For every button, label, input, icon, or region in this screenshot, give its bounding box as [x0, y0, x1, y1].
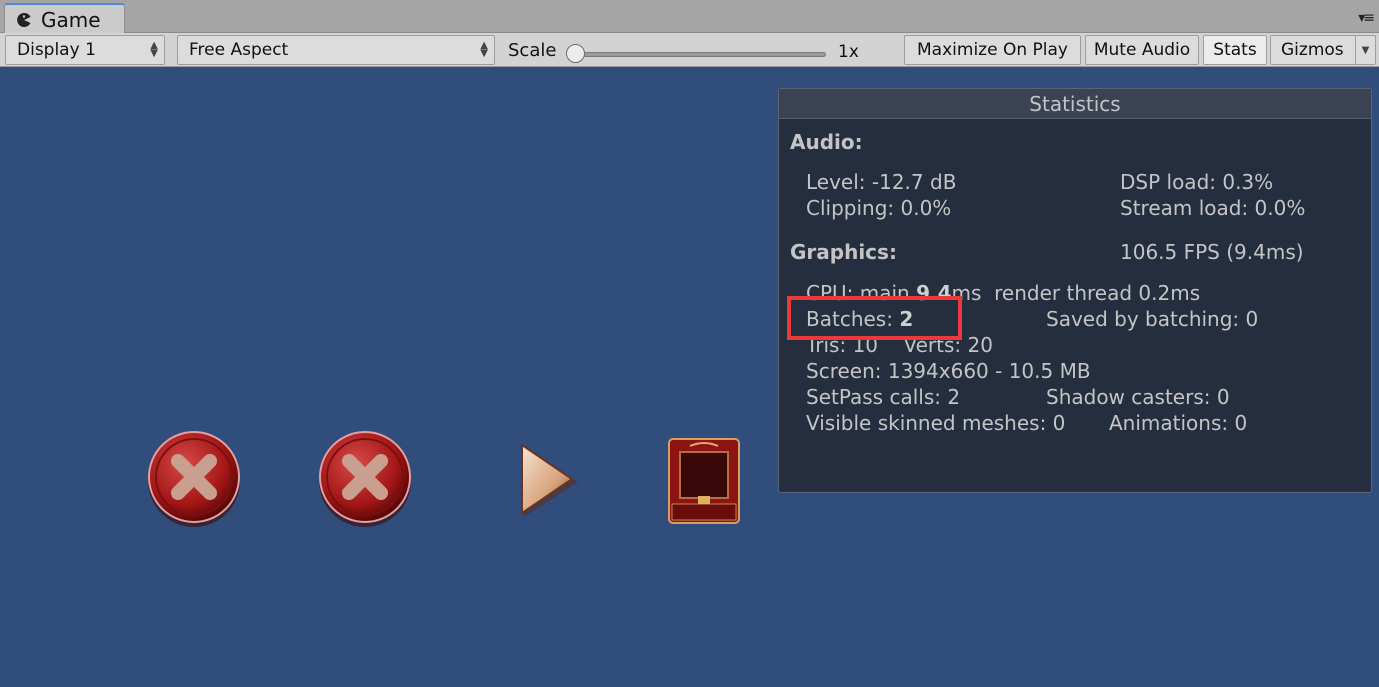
scale-value: 1x [838, 42, 859, 62]
shadow-casters: Shadow casters: 0 [1046, 385, 1230, 409]
play-arrow-sprite[interactable] [510, 435, 590, 525]
cpu-suffix: ms render thread 0.2ms [951, 281, 1201, 305]
scale-slider-thumb[interactable] [566, 44, 585, 63]
fps-readout: 106.5 FPS (9.4ms) [1120, 240, 1304, 264]
stats-button[interactable]: Stats [1203, 35, 1267, 65]
mute-audio-button[interactable]: Mute Audio [1085, 35, 1199, 65]
scale-slider-track[interactable] [575, 52, 826, 57]
panel-menu-icon[interactable]: ▾≡ [1358, 10, 1375, 26]
close-button-sprite-1[interactable] [146, 431, 242, 527]
audio-clipping: Clipping: 0.0% [806, 196, 952, 220]
tab-label: Game [41, 7, 101, 32]
statistics-title: Statistics [779, 89, 1371, 119]
audio-heading: Audio: [790, 130, 863, 154]
maximize-on-play-button[interactable]: Maximize On Play [904, 35, 1081, 65]
dsp-load: DSP load: 0.3% [1120, 170, 1274, 194]
updown-arrows-icon: ▲ ▼ [480, 40, 488, 59]
screen-info: Screen: 1394x660 - 10.5 MB [806, 359, 1091, 383]
graphics-heading: Graphics: [790, 240, 897, 264]
tab-strip: Game ▾≡ [0, 0, 1379, 34]
game-toolbar: Display 1 ▲ ▼ Free Aspect ▲ ▼ Scale 1x Max… [0, 33, 1379, 67]
scale-control: Scale 1x [500, 35, 900, 65]
chevron-down-icon[interactable]: ▼ [1355, 36, 1375, 64]
treasure-box-sprite[interactable] [668, 438, 740, 524]
close-button-sprite-2[interactable] [317, 431, 413, 527]
aspect-dropdown[interactable]: Free Aspect ▲ ▼ [177, 35, 495, 65]
visible-skinned-meshes: Visible skinned meshes: 0 [806, 411, 1066, 435]
aspect-label: Free Aspect [189, 40, 289, 60]
scale-label: Scale [508, 39, 557, 61]
stream-load: Stream load: 0.0% [1120, 196, 1306, 220]
updown-arrows-icon: ▲ ▼ [150, 40, 158, 59]
display-dropdown[interactable]: Display 1 ▲ ▼ [5, 35, 165, 65]
setpass-calls: SetPass calls: 2 [806, 385, 961, 409]
pacman-game-icon [17, 12, 31, 27]
highlight-annotation-box [787, 296, 962, 340]
display-label: Display 1 [17, 40, 96, 60]
saved-by-batching: Saved by batching: 0 [1046, 307, 1259, 331]
tab-game[interactable]: Game [4, 3, 125, 34]
audio-level: Level: -12.7 dB [806, 170, 957, 194]
animations-count: Animations: 0 [1109, 411, 1248, 435]
gizmos-dropdown[interactable]: Gizmos ▼ [1270, 35, 1376, 65]
gizmos-label: Gizmos [1281, 40, 1344, 60]
